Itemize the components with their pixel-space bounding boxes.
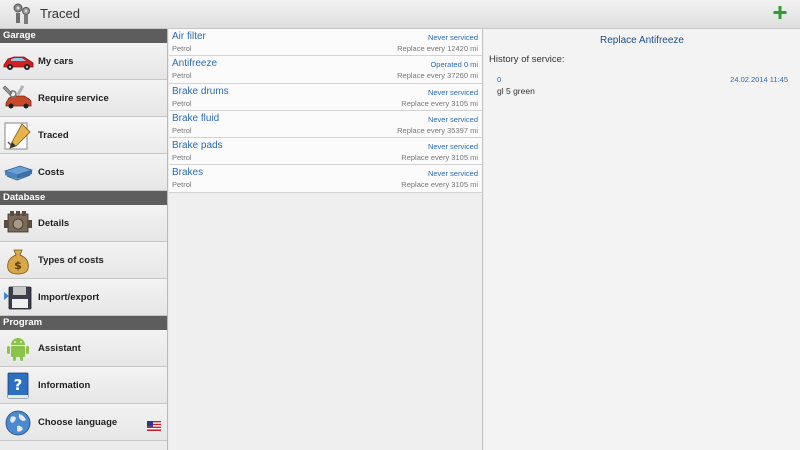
item-interval: Replace every 3105 mi [401,153,478,163]
sidebar-item-label: Costs [38,167,65,178]
globe-icon [2,407,34,438]
sidebar: Garage My cars Require service Traced Co… [0,29,168,450]
item-name: Brakes [172,167,204,179]
sidebar-item-types-of-costs[interactable]: $ Types of costs [0,242,167,279]
item-status: Never serviced [427,33,478,42]
section-header-database: Database [0,191,167,205]
item-name: Brake pads [172,140,223,152]
list-item[interactable]: Brake pads Never serviced Petrol Replace… [169,138,482,166]
money-bag-icon: $ [2,245,34,276]
android-icon [2,333,34,364]
sidebar-item-details[interactable]: Details [0,205,167,242]
section-header-program: Program [0,316,167,330]
sidebar-item-label: Types of costs [38,255,104,266]
sidebar-item-information[interactable]: ? Information [0,367,167,404]
item-interval: Replace every 35397 mi [397,125,478,135]
app-logo-icon [11,2,33,26]
action-bar: Traced [0,0,800,29]
sidebar-item-label: My cars [38,56,74,67]
sidebar-item-label: Choose language [38,417,118,428]
sidebar-item-label: Information [38,380,91,391]
item-status: Never serviced [427,87,478,97]
history-entry-value: 0 [497,75,502,84]
service-list: Air filter Never serviced Petrol Replace… [169,29,483,450]
item-interval: Replace every 37260 mi [397,71,478,81]
money-stack-icon [2,157,34,188]
item-interval: Replace every 12420 mi [397,44,478,53]
item-interval: Replace every 3105 mi [401,180,478,190]
item-status: Never serviced [427,142,478,152]
history-entry-date: 24.02.2014 11:45 [730,75,788,84]
add-button[interactable] [772,3,788,23]
list-item[interactable]: Brake fluid Never serviced Petrol Replac… [169,110,482,139]
sidebar-item-label: Traced [38,130,69,141]
sidebar-item-label: Require service [38,93,109,104]
sidebar-item-require-service[interactable]: Require service [0,80,167,117]
item-fuel: Petrol [172,125,192,135]
svg-text:?: ? [14,376,23,394]
item-fuel: Petrol [172,180,192,190]
history-label: History of service: [489,54,565,65]
svg-text:$: $ [14,259,22,272]
detail-title: Replace Antifreeze [600,35,684,46]
section-header-garage: Garage [0,29,167,43]
item-interval: Replace every 3105 mi [401,98,478,108]
list-item[interactable]: Brakes Never serviced Petrol Replace eve… [169,165,482,193]
sidebar-item-label: Import/export [38,292,100,303]
history-entry-comment: gl 5 green [497,86,535,96]
item-status: Operated 0 mi [430,60,478,70]
sidebar-item-label: Details [38,218,70,229]
plus-icon [773,6,787,19]
item-status: Never serviced [427,114,478,124]
sidebar-item-choose-language[interactable]: Choose language [0,404,167,441]
item-fuel: Petrol [172,44,192,53]
item-fuel: Petrol [172,71,192,81]
item-fuel: Petrol [172,98,192,108]
sidebar-item-costs[interactable]: Costs [0,154,167,191]
repair-car-icon [2,83,34,114]
list-item[interactable]: Antifreeze Operated 0 mi Petrol Replace … [169,56,482,84]
item-name: Brake drums [172,85,229,97]
floppy-disk-icon [2,282,34,313]
detail-panel: Replace Antifreeze History of service: 0… [484,29,800,450]
item-status: Never serviced [427,169,478,179]
car-icon [2,46,34,77]
us-flag-icon [147,418,161,431]
sidebar-item-import-export[interactable]: Import/export [0,279,167,316]
engine-icon [2,208,34,239]
pen-document-icon [2,120,34,151]
item-name: Antifreeze [172,58,218,70]
sidebar-item-my-cars[interactable]: My cars [0,43,167,80]
help-book-icon: ? [2,370,34,401]
item-fuel: Petrol [172,153,192,163]
sidebar-item-traced[interactable]: Traced [0,117,167,154]
app-title: Traced [40,6,80,21]
list-item[interactable]: Brake drums Never serviced Petrol Replac… [169,83,482,111]
sidebar-item-assistant[interactable]: Assistant [0,330,167,367]
sidebar-item-label: Assistant [38,343,81,354]
item-name: Brake fluid [172,112,220,124]
item-name: Air filter [172,31,206,42]
list-item[interactable]: Air filter Never serviced Petrol Replace… [169,29,482,57]
